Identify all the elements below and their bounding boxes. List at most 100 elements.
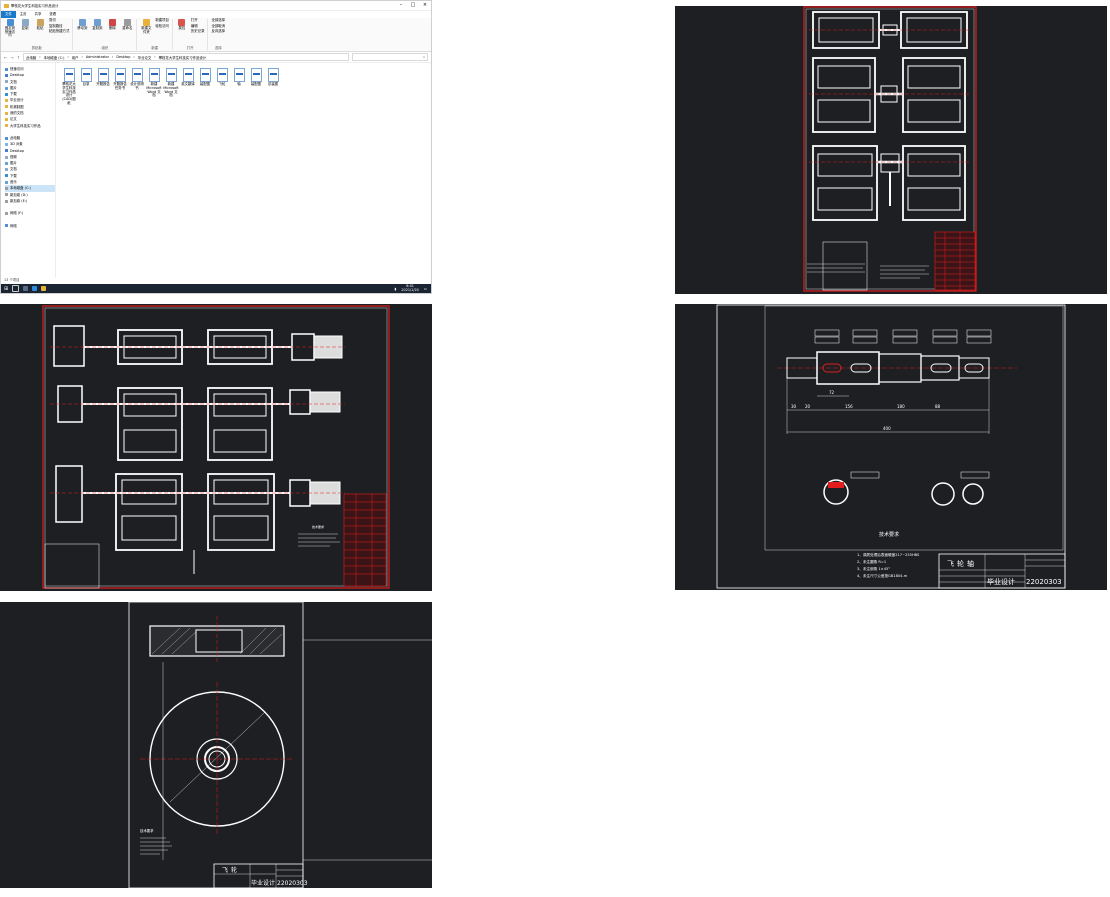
file-name: 总装图 [267,82,279,86]
file-item[interactable]: 英文翻译 [181,68,195,106]
file-item[interactable]: 攀枝花大学生科技实习作品设计(CAD)图纸 [62,68,76,106]
copy-button[interactable]: 复制 [19,19,31,38]
folder-icon [5,161,8,165]
folder-icon [5,118,8,122]
paste-shortcut-button[interactable]: 粘贴快捷方式 [49,30,69,34]
delete-button[interactable]: 删除 [106,19,118,31]
edit-button[interactable]: 编辑 [191,24,205,29]
breadcrumb-item[interactable]: 攀枝花大学生科技实习作品设计 [159,55,206,60]
copy-to-button[interactable]: 复制到 [91,19,103,31]
invert-selection-button[interactable]: 反向选择 [211,30,225,34]
easy-access-button[interactable]: 轻松访问 [155,24,169,29]
file-item[interactable]: 新建 Microsoft Word 文档 [146,68,162,106]
address-bar[interactable]: 此电脑 › 本地磁盘 (C:) › 用户 › Administrator › Deskt… [23,53,349,61]
new-folder-icon [142,19,150,26]
properties-button[interactable]: 属性 [176,19,188,34]
tab-view[interactable]: 查看 [45,11,60,18]
properties-icon [178,19,186,26]
document-icon [165,68,177,82]
up-icon[interactable]: ↑ [17,55,20,60]
file-name: 新建 Microsoft Word 文档 [163,82,179,98]
dim-30: 30 [791,404,797,409]
ribbon-group-new: 新建文件夹 新建项目 轻松访问 新建 [140,18,173,50]
window-title: 攀枝花大学生科技实习作品设计 [11,4,59,8]
tab-share[interactable]: 共享 [31,11,46,18]
history-button[interactable]: 历史记录 [191,30,205,34]
file-item[interactable]: 开题报告 [96,68,110,106]
breadcrumb-item[interactable]: 此电脑 [26,55,36,60]
forward-icon[interactable]: → [10,55,13,60]
file-explorer-window: 攀枝花大学生科技实习作品设计 – □ × 文件 主页 共享 查看 固定到快速访问… [0,0,432,294]
dim-156: 156 [845,404,853,409]
folder-icon [5,92,8,96]
new-item-button[interactable]: 新建项目 [155,18,169,23]
breadcrumb-item[interactable]: Desktop [116,55,130,59]
start-icon[interactable]: ⊞ [4,286,8,292]
rename-button[interactable]: 重命名 [121,19,133,31]
file-item[interactable]: 新建 Microsoft Word 文档 [163,68,179,106]
file-name: 设计说明书 [130,82,144,90]
dim-180: 180 [897,404,905,409]
group-label: 选择 [214,46,222,50]
clock[interactable]: 8:41 2021/1/20 [401,284,418,292]
notification-icon[interactable]: ▭ [424,287,427,291]
move-to-button[interactable]: 移动到 [76,19,88,31]
pin-button[interactable]: 固定到快速访问 [4,19,16,38]
ribbon-group-select: 全部选择 全部取消 反向选择 选择 [211,18,228,50]
select-none-button[interactable]: 全部取消 [211,24,225,29]
sidebar-item[interactable]: 网络 [5,223,55,229]
taskbar: ⊞ ▮ 8:41 2021/1/20 ▭ [1,284,431,293]
breadcrumb-item[interactable]: 毕业论文 [138,55,152,60]
tab-home[interactable]: 主页 [16,11,31,18]
browser-icon[interactable] [32,286,38,291]
tab-file[interactable]: 文件 [1,11,16,18]
open-button[interactable]: 打开 [191,18,205,23]
close-button[interactable]: × [419,1,431,10]
search-input[interactable]: ⌕ [352,53,428,61]
sidebar-item-label: 网络 (F:) [10,211,24,216]
file-item[interactable]: 飞轮 [215,68,229,106]
navigation-pane: 快速访问 Desktop 文档 图片 下载 毕业设计 机械制图 我的文档 论文 大学生科技实习作品… [1,63,56,278]
file-name: 目录 [82,82,90,86]
breadcrumb-item[interactable]: 本地磁盘 (C:) [44,55,65,60]
sidebar-item-label: 网络 [10,223,17,228]
title-bar: 攀枝花大学生科技实习作品设计 – □ × [1,1,431,11]
breadcrumb-item[interactable]: 用户 [72,55,79,60]
file-item[interactable]: 设计说明书 [130,68,144,106]
search-icon: ⌕ [423,55,425,59]
maximize-button[interactable]: □ [407,1,419,10]
folder-icon [5,73,8,77]
flywheel-svg: 技术要求 飞轮 毕业设计 22020303 [128,602,432,888]
new-folder-button[interactable]: 新建文件夹 [140,19,152,34]
copy-path-button[interactable]: 复制路径 [49,24,69,29]
file-item[interactable]: 目录 [79,68,93,106]
file-explorer-icon[interactable] [41,286,47,291]
folder-icon [5,186,8,190]
network-icon[interactable]: ▮ [395,287,397,291]
ribbon-group-organize: 移动到 复制到 删除 重命名 组织 [76,19,138,50]
ribbon: 固定到快速访问 复制 粘贴 剪切 复制路径 粘贴快捷方式 剪贴板 移动到 复制到… [1,18,431,52]
file-item[interactable]: 总装图 [266,68,280,106]
address-row: ← → ↑ 此电脑 › 本地磁盘 (C:) › 用户 › Administrator ›… [1,52,431,63]
file-item[interactable]: 装配图 [198,68,212,106]
file-item[interactable]: 装配图 [249,68,263,106]
select-all-button[interactable]: 全部选择 [211,18,225,23]
copy-icon [21,19,29,26]
cut-button[interactable]: 剪切 [49,18,69,23]
search-icon[interactable] [12,285,20,292]
file-list: 攀枝花大学生科技实习作品设计(CAD)图纸 目录 开题报告 开题报告任务书 设计说明书新… [56,63,431,278]
task-view-icon[interactable] [23,286,29,291]
tech-note: 4、未注尺寸公差按GB1804-m [857,573,908,578]
folder-icon [5,211,8,215]
file-name: 攀枝花大学生科技实习作品设计(CAD)图纸 [62,82,76,105]
back-icon[interactable]: ← [4,55,7,60]
part-name: 飞轮轴 [947,559,977,568]
document-icon [131,68,143,82]
breadcrumb-item[interactable]: Administrator [86,55,109,59]
minimize-button[interactable]: – [395,1,407,10]
tech-note: 3、未注倒角 1×45° [857,566,890,571]
file-item[interactable]: 开题报告任务书 [113,68,127,106]
folder-icon [5,86,8,90]
file-item[interactable]: 轴 [232,68,246,106]
paste-button[interactable]: 粘贴 [34,19,46,38]
